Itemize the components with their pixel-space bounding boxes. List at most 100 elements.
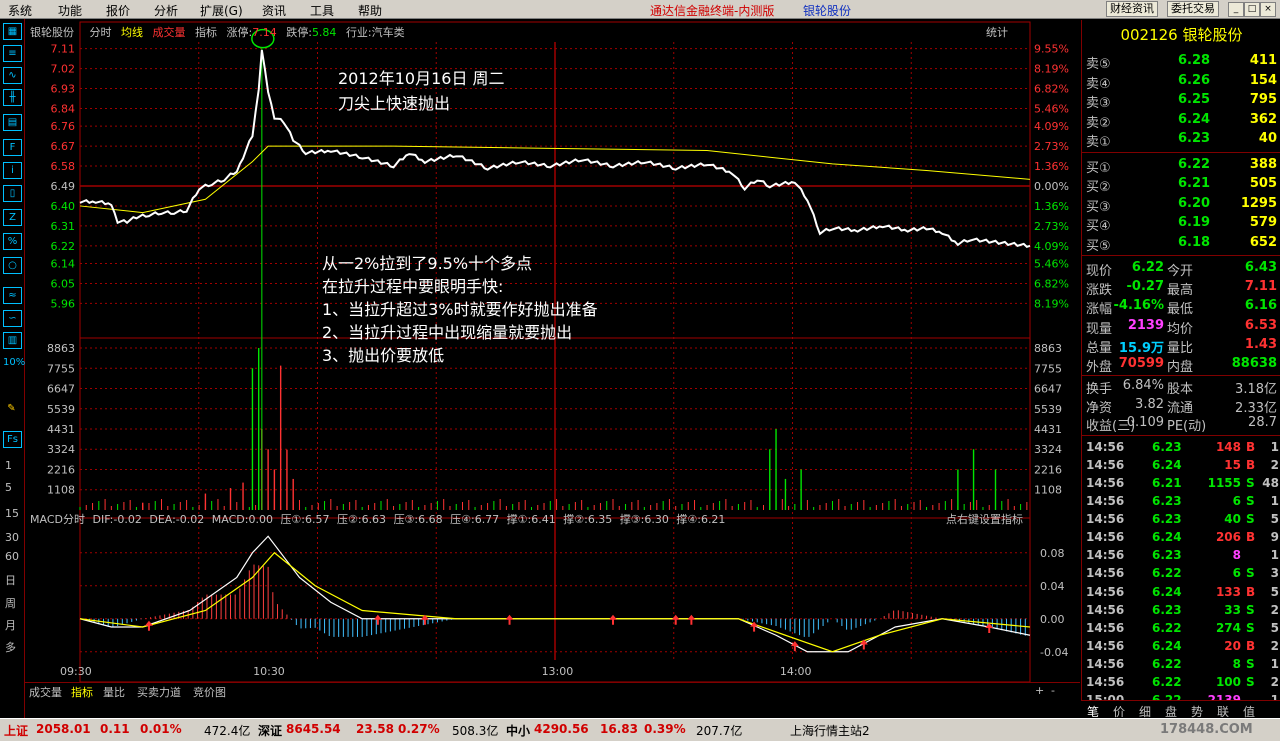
sh-pct: 0.01%	[140, 722, 182, 736]
wave-icon[interactable]: ∽	[3, 310, 22, 327]
menu-news[interactable]: 资讯	[262, 2, 286, 19]
tick-price: 6.22	[1152, 620, 1182, 635]
bars-icon[interactable]: ▥	[3, 332, 22, 349]
bid-row[interactable]: 买① 6.22 388	[1082, 156, 1280, 176]
fs-icon[interactable]: Fs	[3, 431, 22, 448]
tab-buy-sell-power[interactable]: 买卖力道	[137, 684, 181, 700]
stat-value: 70599	[1118, 356, 1164, 371]
tab-indicator-bottom[interactable]: 指标	[71, 684, 93, 700]
tick-time: 14:56	[1086, 638, 1125, 653]
indicator-settings-hint[interactable]: 点右键设置指标	[946, 511, 1023, 527]
tab-volume-bottom[interactable]: 成交量	[29, 684, 62, 700]
trade-button[interactable]: 委托交易	[1167, 1, 1219, 17]
tab-timeshare[interactable]: 分时	[90, 26, 112, 39]
bid-row[interactable]: 买③ 6.20 1295	[1082, 195, 1280, 215]
candlestick-icon[interactable]: ╫	[3, 89, 22, 106]
ask-row[interactable]: 卖⑤ 6.28 411	[1082, 52, 1280, 72]
volume-tick-label: 6647	[47, 383, 75, 396]
tick-row: 14:56 6.24 206 B 9	[1082, 528, 1280, 546]
percent-icon[interactable]: 10%	[3, 355, 25, 370]
period-multi[interactable]: 多	[5, 639, 16, 655]
finance-news-button[interactable]: 财经资讯	[1106, 1, 1158, 17]
tick-side: S	[1246, 602, 1255, 617]
tick-count: 2	[1270, 675, 1279, 689]
stat-label: 内盘	[1167, 360, 1194, 375]
tab-volume-ratio[interactable]: 量比	[103, 684, 125, 700]
ask-row[interactable]: 卖④ 6.26 154	[1082, 72, 1280, 92]
period-week[interactable]: 周	[5, 595, 16, 611]
tick-time: 14:56	[1086, 584, 1125, 599]
menu-system[interactable]: 系统	[8, 2, 32, 19]
menu-tools[interactable]: 工具	[310, 2, 334, 19]
close-icon[interactable]: ×	[1260, 2, 1276, 17]
menu-analysis[interactable]: 分析	[154, 2, 178, 19]
search-icon[interactable]: ○	[3, 257, 22, 274]
sz-amount: 508.3亿	[452, 724, 499, 738]
status-bar: 上证 2058.01 0.11 0.01% 472.4亿 深证 8645.54 …	[0, 718, 1280, 741]
period-5[interactable]: 5	[5, 481, 12, 494]
menu-quote[interactable]: 报价	[106, 2, 130, 19]
fiz-icon[interactable]: Z	[3, 209, 22, 226]
quote-panel: 002126 银轮股份 卖⑤ 6.28 411 卖④ 6.26 154 卖③ 6.25 795 卖…	[1081, 20, 1280, 720]
tick-price: 6.23	[1152, 548, 1182, 563]
f10-icon[interactable]: F	[3, 139, 22, 156]
maximize-icon[interactable]: □	[1244, 2, 1260, 17]
tick-time: 14:56	[1086, 602, 1125, 617]
pct-tick-label: 4.09%	[1034, 120, 1069, 133]
tab-volume[interactable]: 成交量	[153, 26, 186, 39]
tick-count: 1	[1270, 548, 1279, 563]
period-1[interactable]: 1	[5, 459, 12, 472]
bid-volume: 505	[1249, 176, 1277, 191]
grid-icon[interactable]: ▦	[3, 23, 22, 40]
tab-avgline[interactable]: 均线	[121, 26, 143, 39]
pct-tick-label: 9.55%	[1034, 43, 1069, 56]
zoom-out-icon[interactable]: -	[1051, 684, 1055, 697]
quote-title: 002126 银轮股份	[1082, 24, 1280, 46]
zx-change: 16.83	[600, 722, 638, 736]
stat-value: 3.18亿	[1235, 382, 1277, 398]
quote-stat-row: 涨幅 -4.16% 最低 6.16	[1082, 297, 1280, 317]
volume-tick-label-right: 6647	[1034, 383, 1062, 396]
ask-price: 6.23	[1178, 131, 1211, 146]
pencil-icon[interactable]: ✎	[3, 401, 20, 416]
zoom-in-icon[interactable]: +	[1035, 684, 1044, 697]
tick-row: 14:56 6.24 20 B 2	[1082, 637, 1280, 655]
stats-button[interactable]: 统计	[986, 24, 1008, 40]
period-60[interactable]: 60	[5, 550, 19, 563]
bid-volume: 388	[1249, 156, 1277, 172]
ask-row[interactable]: 卖① 6.23 40	[1082, 130, 1280, 150]
bid-row[interactable]: 买④ 6.19 579	[1082, 214, 1280, 234]
ask-row[interactable]: 卖③ 6.25 795	[1082, 91, 1280, 111]
minimize-icon[interactable]: _	[1228, 2, 1244, 17]
bid-row[interactable]: 买② 6.21 505	[1082, 175, 1280, 195]
tick-price: 6.24	[1152, 530, 1182, 545]
menu-help[interactable]: 帮助	[358, 2, 382, 19]
period-15[interactable]: 15	[5, 507, 19, 520]
ask-row[interactable]: 卖② 6.24 362	[1082, 111, 1280, 131]
tab-indicator[interactable]: 指标	[195, 26, 217, 39]
info-icon[interactable]: i	[3, 162, 22, 179]
tab-auction[interactable]: 竞价图	[193, 684, 226, 700]
menu-function[interactable]: 功能	[58, 2, 82, 19]
report-icon[interactable]: ▤	[3, 114, 22, 131]
indicator-icon[interactable]: %	[3, 233, 22, 250]
period-month[interactable]: 月	[5, 617, 16, 633]
resist-3: 压③:6.68	[393, 513, 443, 526]
bid-row[interactable]: 买⑤ 6.18 652	[1082, 234, 1280, 254]
tick-price: 6.22	[1152, 675, 1182, 689]
bid-price: 6.21	[1178, 176, 1211, 191]
list-icon[interactable]: ≡	[3, 45, 22, 62]
stat-value: 6.53	[1244, 317, 1277, 333]
tick-time: 14:56	[1086, 494, 1125, 508]
menu-extend[interactable]: 扩展(G)	[200, 2, 243, 19]
stat-label: 现价	[1086, 264, 1113, 279]
line-chart-icon[interactable]: ∿	[3, 67, 22, 84]
period-30[interactable]: 30	[5, 531, 19, 544]
volume-tick-label: 4431	[47, 423, 75, 436]
period-day[interactable]: 日	[5, 572, 16, 588]
tick-count: 1	[1270, 656, 1279, 671]
volume-tick-label-right: 2216	[1034, 463, 1062, 476]
zx-label: 中小	[506, 724, 531, 738]
doc-icon[interactable]: ▯	[3, 185, 22, 202]
compare-icon[interactable]: ≈	[3, 287, 22, 304]
